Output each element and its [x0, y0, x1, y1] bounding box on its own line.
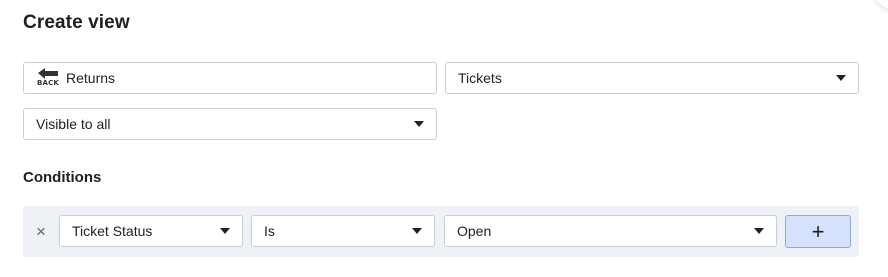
condition-value-select[interactable]: Open	[444, 215, 777, 247]
view-name-value: Returns	[66, 70, 116, 86]
page-title: Create view	[23, 12, 130, 33]
caret-down-icon	[414, 121, 424, 127]
remove-condition-icon[interactable]: ×	[34, 221, 48, 243]
back-icon: BACK	[36, 67, 60, 89]
back-icon-label: BACK	[36, 79, 60, 87]
caret-down-icon	[754, 228, 764, 234]
view-type-select[interactable]: Tickets	[445, 62, 859, 94]
condition-field-select[interactable]: Ticket Status	[59, 215, 243, 247]
view-name-input[interactable]: BACK Returns	[23, 62, 437, 94]
condition-operator-value: Is	[264, 223, 275, 239]
condition-row: × Ticket Status Is Open +	[23, 206, 859, 257]
conditions-heading: Conditions	[23, 169, 102, 186]
condition-field-value: Ticket Status	[72, 223, 153, 239]
corner-overlay	[874, 0, 888, 10]
condition-value-text: Open	[457, 223, 492, 239]
visibility-value: Visible to all	[36, 116, 111, 132]
add-condition-button[interactable]: +	[785, 215, 851, 248]
caret-down-icon	[836, 75, 846, 81]
visibility-select[interactable]: Visible to all	[23, 108, 437, 140]
condition-operator-select[interactable]: Is	[251, 215, 435, 247]
view-type-value: Tickets	[458, 70, 502, 86]
caret-down-icon	[220, 228, 230, 234]
caret-down-icon	[412, 228, 422, 234]
